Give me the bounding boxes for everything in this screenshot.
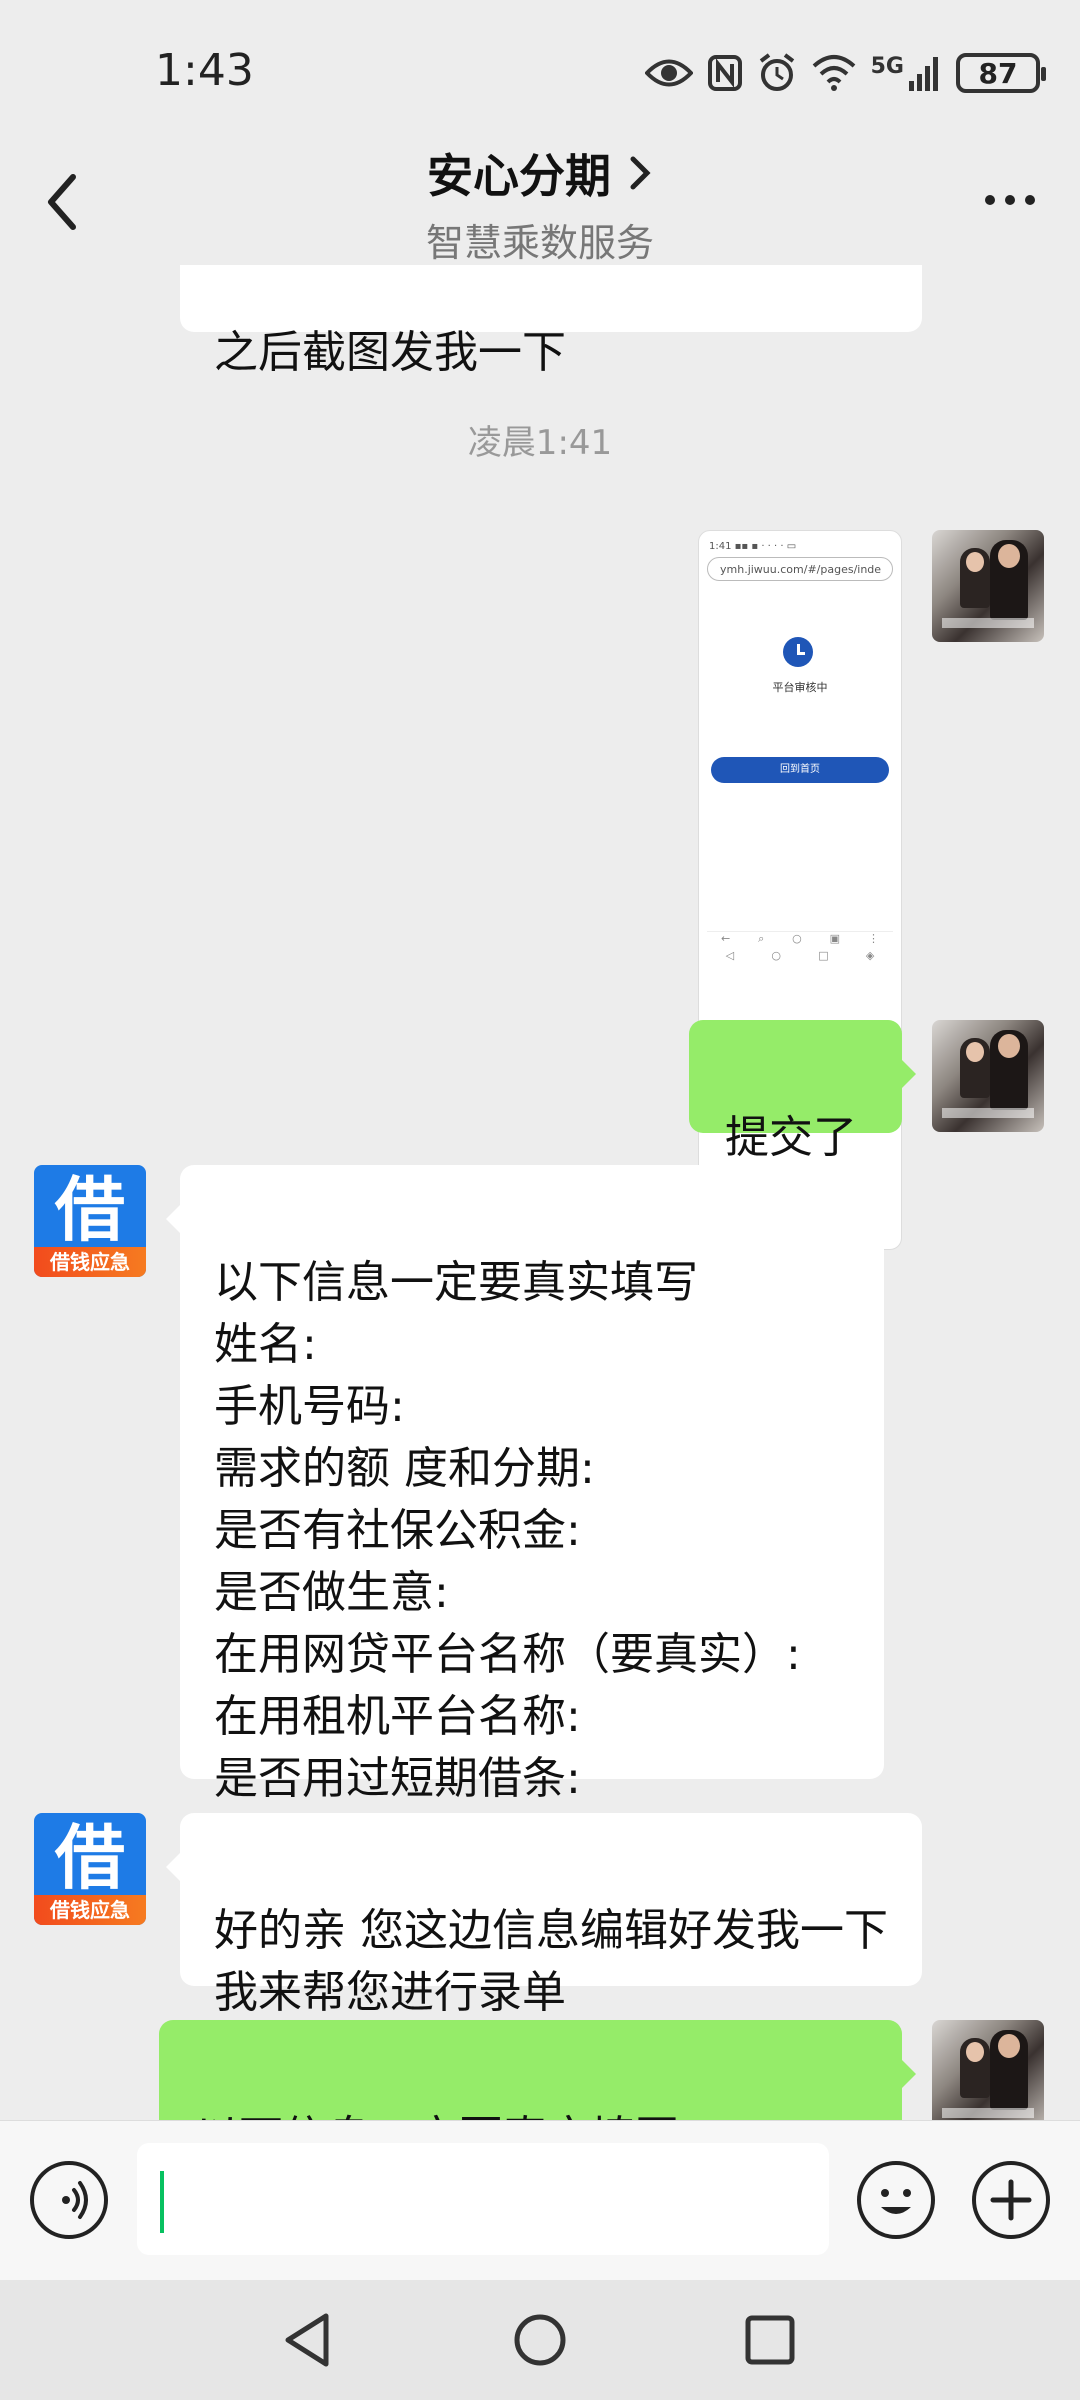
bot-avatar-char: 借 (55, 1169, 125, 1251)
thumb-url-bar: ymh.jiwuu.com/#/pages/inde (707, 557, 893, 581)
thumb-system-nav: ◁ ○ □ ◈ (725, 949, 875, 962)
eye-icon (644, 59, 693, 87)
message-text: 之后截图发我一下 (214, 327, 566, 378)
bot-avatar-char: 借 (55, 1817, 125, 1899)
chat-header: 安心分期 智慧乘数服务 (0, 140, 1080, 265)
header-title-block[interactable]: 安心分期 智慧乘数服务 (0, 140, 1080, 267)
nav-back-icon[interactable] (280, 2310, 336, 2370)
chat-title: 安心分期 (427, 149, 611, 203)
message-text: 提交了 (725, 1112, 857, 1163)
message-text: 以下信息一定要真实填写 姓名: 手机号码: 需求的额 度和分期: 是否有社保公积… (214, 1257, 801, 1804)
chat-area[interactable]: 之后截图发我一下 凌晨1:41 1:41 ▪▪ ▪ · · · · ▭ ymh.… (0, 265, 1080, 2120)
thumb-home-button: 回到首页 (711, 757, 889, 783)
more-functions-button[interactable] (972, 2161, 1050, 2239)
timestamp: 凌晨1:41 (467, 423, 613, 463)
network-type: 5G (870, 53, 904, 79)
message-bubble[interactable]: 以下信息一定要真实填写 姓名: 手机号码: 需求的额 度和分期: 是否有社保公积… (166, 1165, 884, 1804)
bot-avatar-band: 借钱应急 (34, 1247, 146, 1277)
message-text: 好的亲 您这边信息编辑好发我一下 我来帮您进行录单 (214, 1905, 888, 2018)
user-avatar[interactable] (932, 1020, 1044, 1132)
chat-subtitle: 智慧乘数服务 (425, 221, 654, 265)
user-avatar[interactable] (932, 2020, 1044, 2120)
nav-home-icon[interactable] (510, 2310, 570, 2370)
message-text: 以下信息一定要真实填写 姓名: (195, 2112, 679, 2120)
wifi-icon (812, 55, 855, 91)
status-bar: 1:43 5G 87 (0, 0, 1080, 140)
message-input[interactable] (137, 2143, 829, 2255)
plus-icon (990, 2179, 1032, 2221)
bot-avatar-band: 借钱应急 (34, 1895, 146, 1925)
voice-icon (62, 2181, 88, 2219)
nfc-icon (707, 55, 742, 91)
nav-recents-icon[interactable] (742, 2312, 798, 2368)
voice-button[interactable] (30, 2161, 108, 2239)
message-bubble[interactable]: 之后截图发我一下 (180, 265, 922, 378)
thumb-status-bar: 1:41 ▪▪ ▪ · · · · ▭ (709, 541, 797, 552)
thumb-browser-nav: ← ⌕ ○ ▣ ⋮ (707, 931, 893, 950)
message-bubble[interactable]: 以下信息一定要真实填写 姓名: (159, 2020, 916, 2120)
emoji-button[interactable] (857, 2161, 935, 2239)
alarm-icon (759, 53, 794, 91)
battery-icon: 87 (956, 53, 1046, 93)
bot-avatar[interactable]: 借 借钱应急 (34, 1165, 146, 1277)
input-bar (0, 2120, 1080, 2281)
signal-icon (909, 57, 938, 91)
system-nav-bar (0, 2280, 1080, 2400)
status-icons: 5G 87 (644, 48, 1046, 98)
bot-avatar[interactable]: 借 借钱应急 (34, 1813, 146, 1925)
status-time: 1:43 (155, 45, 254, 96)
chevron-right-icon (630, 156, 651, 190)
message-bubble[interactable]: 好的亲 您这边信息编辑好发我一下 我来帮您进行录单 (166, 1813, 922, 2018)
message-bubble[interactable]: 提交了 (689, 1020, 916, 1163)
user-avatar[interactable] (932, 530, 1044, 642)
text-cursor (160, 2171, 164, 2233)
thumb-status-text: 平台审核中 (772, 681, 828, 694)
smiley-icon (881, 2189, 911, 2214)
more-icon[interactable] (980, 185, 1040, 215)
clock-icon (783, 637, 813, 667)
